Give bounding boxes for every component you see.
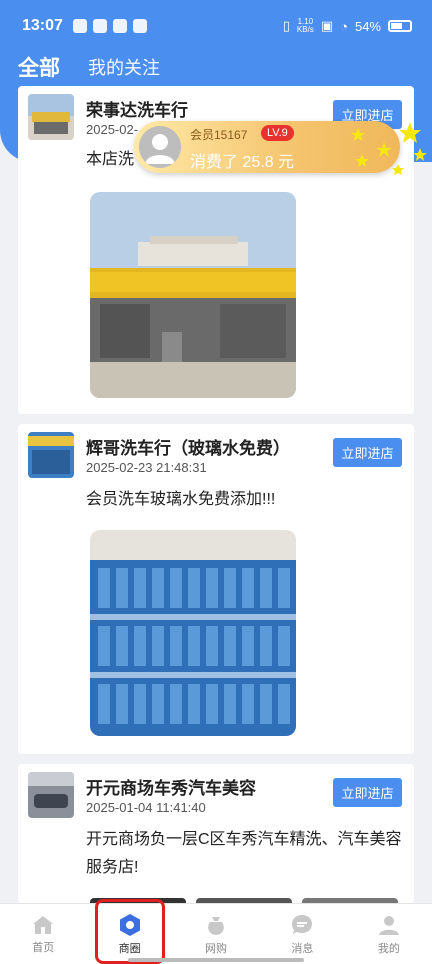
shop-name: 辉哥洗车行（玻璃水免费） bbox=[86, 439, 290, 458]
nav-shop[interactable]: 网购 bbox=[173, 904, 259, 964]
sim-icon: ▣ bbox=[320, 18, 334, 33]
toast-username: 会员15167 bbox=[190, 128, 248, 142]
purchase-toast: 会员15167 LV.9 消费了 25.8 元 bbox=[134, 121, 400, 173]
net-speed: 1.10 KB/s bbox=[297, 18, 314, 34]
post-card[interactable]: 开元商场车秀汽车美容 2025-01-04 11:41:40 立即进店 开元商场… bbox=[18, 764, 414, 904]
home-icon bbox=[33, 915, 54, 934]
battery-icon bbox=[388, 20, 412, 32]
post-card[interactable]: 辉哥洗车行（玻璃水免费） 2025-02-23 21:48:31 立即进店 会员… bbox=[18, 424, 414, 754]
tab-bar: 全部 我的关注 bbox=[18, 52, 160, 82]
mail-icon bbox=[72, 19, 87, 33]
nav-shop-label: 网购 bbox=[205, 942, 228, 955]
toast-spent-text: 消费了 25.8 元 bbox=[190, 154, 295, 171]
app-icon bbox=[92, 19, 107, 33]
nav-profile-label: 我的 bbox=[377, 942, 400, 955]
nav-home[interactable]: 首页 bbox=[0, 904, 86, 964]
post-time: 2025-02-23 21:48:31 bbox=[86, 460, 207, 475]
bag-icon bbox=[208, 916, 224, 935]
bottom-nav: 首页 商圈 网购 消息 我的 bbox=[0, 903, 432, 964]
status-time: 13:07 bbox=[22, 17, 63, 34]
tab-all[interactable]: 全部 bbox=[18, 52, 60, 82]
selection-highlight bbox=[95, 899, 165, 964]
nav-messages-label: 消息 bbox=[291, 942, 314, 955]
wifi-icon: ◔ bbox=[340, 18, 348, 34]
tab-following[interactable]: 我的关注 bbox=[88, 54, 160, 80]
shop-avatar bbox=[28, 772, 74, 818]
nav-profile[interactable]: 我的 bbox=[346, 904, 432, 964]
status-bar: 13:07 ▯ 1.10 KB/s ▣ ◔ 54% bbox=[0, 0, 432, 52]
shop-avatar bbox=[28, 94, 74, 140]
post-description: 会员洗车玻璃水免费添加!!! bbox=[86, 491, 276, 508]
net-speed-unit: KB/s bbox=[296, 25, 314, 34]
enter-shop-button[interactable]: 立即进店 bbox=[333, 438, 402, 467]
link-icon bbox=[112, 19, 127, 33]
post-photo[interactable] bbox=[90, 530, 296, 736]
level-badge: LV.9 bbox=[261, 125, 294, 141]
post-time: 2025-02- bbox=[86, 122, 139, 137]
shop-name: 荣事达洗车行 bbox=[86, 101, 188, 120]
post-photo[interactable] bbox=[90, 192, 296, 398]
battery-percent: 54% bbox=[354, 18, 381, 34]
nav-home-label: 首页 bbox=[32, 941, 55, 954]
vibrate-icon: ▯ bbox=[282, 18, 290, 33]
tiktok-icon bbox=[132, 19, 147, 33]
status-right: ▯ 1.10 KB/s ▣ ◔ 54% bbox=[283, 18, 412, 34]
user-avatar-icon bbox=[139, 126, 181, 168]
post-time: 2025-01-04 11:41:40 bbox=[86, 800, 206, 815]
enter-shop-button[interactable]: 立即进店 bbox=[333, 778, 402, 807]
chat-icon bbox=[292, 914, 313, 934]
shop-avatar bbox=[28, 432, 74, 478]
home-indicator bbox=[128, 958, 304, 962]
nav-messages[interactable]: 消息 bbox=[259, 904, 345, 964]
user-icon bbox=[378, 915, 399, 935]
shop-name: 开元商场车秀汽车美容 bbox=[86, 779, 256, 798]
post-description: 开元商场负一层C区车秀汽车精洗、汽车美容服务店! bbox=[86, 831, 402, 876]
